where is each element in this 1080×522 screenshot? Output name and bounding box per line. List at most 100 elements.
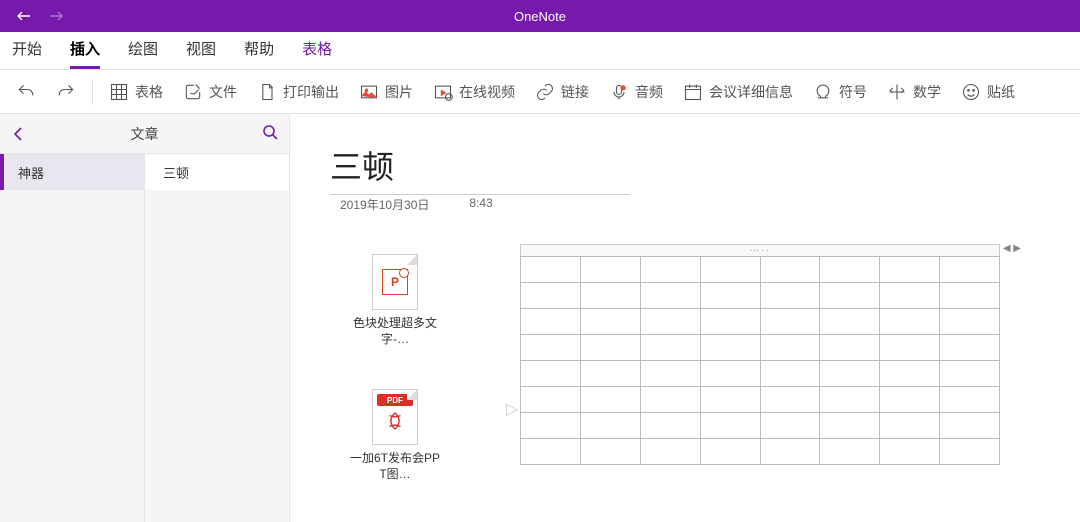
table-cell[interactable] bbox=[641, 361, 701, 387]
search-button[interactable] bbox=[261, 123, 279, 144]
sections-column: 神器 bbox=[0, 154, 144, 522]
tab-draw[interactable]: 绘图 bbox=[128, 31, 158, 69]
table-cell[interactable] bbox=[581, 309, 641, 335]
table-cell[interactable] bbox=[940, 283, 1000, 309]
attachment-ppt[interactable]: P 色块处理超多文字-… bbox=[350, 254, 440, 347]
tab-insert[interactable]: 插入 bbox=[70, 31, 100, 69]
table-cell[interactable] bbox=[641, 335, 701, 361]
table-cell[interactable] bbox=[880, 439, 940, 465]
table-cell[interactable] bbox=[581, 283, 641, 309]
attachment-pdf[interactable]: PDF 一加6T发布会PPT图… bbox=[350, 389, 440, 482]
table-cell[interactable] bbox=[701, 387, 761, 413]
table-cell[interactable] bbox=[701, 257, 761, 283]
insert-picture-button[interactable]: 图片 bbox=[351, 74, 421, 110]
table-cell[interactable] bbox=[521, 361, 581, 387]
table-cell[interactable] bbox=[940, 257, 1000, 283]
back-button[interactable] bbox=[8, 0, 40, 32]
table-cell[interactable] bbox=[521, 335, 581, 361]
table-cell[interactable] bbox=[521, 413, 581, 439]
table-cell[interactable] bbox=[521, 387, 581, 413]
table-cell[interactable] bbox=[521, 439, 581, 465]
table-cell[interactable] bbox=[820, 257, 880, 283]
table-drag-handle[interactable]: ◀ ▶ bbox=[520, 244, 1000, 256]
table-cell[interactable] bbox=[521, 283, 581, 309]
note-title[interactable]: 三顿 bbox=[330, 142, 630, 195]
table-cell[interactable] bbox=[761, 439, 821, 465]
table-object[interactable]: ◀ ▶ bbox=[520, 244, 1000, 465]
table-cell[interactable] bbox=[880, 387, 940, 413]
forward-button[interactable] bbox=[40, 0, 72, 32]
app-title: OneNote bbox=[0, 9, 1080, 24]
table-cell[interactable] bbox=[701, 283, 761, 309]
table-cell[interactable] bbox=[820, 387, 880, 413]
tab-view[interactable]: 视图 bbox=[186, 31, 216, 69]
insert-table-button[interactable]: 表格 bbox=[101, 74, 171, 110]
table-cell[interactable] bbox=[581, 439, 641, 465]
tab-home[interactable]: 开始 bbox=[12, 31, 42, 69]
insert-online-video-button[interactable]: 在线视频 bbox=[425, 74, 523, 110]
tab-help[interactable]: 帮助 bbox=[244, 31, 274, 69]
insert-symbol-button[interactable]: 符号 bbox=[805, 74, 875, 110]
table-cell[interactable] bbox=[761, 361, 821, 387]
table-cell[interactable] bbox=[820, 439, 880, 465]
table-cell[interactable] bbox=[940, 361, 1000, 387]
table-cell[interactable] bbox=[701, 439, 761, 465]
resize-handle-icon[interactable]: ◀ ▶ bbox=[1003, 243, 1021, 254]
insert-audio-button[interactable]: 音频 bbox=[601, 74, 671, 110]
table-cell[interactable] bbox=[940, 387, 1000, 413]
table-cell[interactable] bbox=[880, 257, 940, 283]
table-cell[interactable] bbox=[581, 257, 641, 283]
insert-file-button[interactable]: 文件 bbox=[175, 74, 245, 110]
table-cell[interactable] bbox=[701, 361, 761, 387]
table-cell[interactable] bbox=[940, 413, 1000, 439]
table-cell[interactable] bbox=[581, 335, 641, 361]
table-cell[interactable] bbox=[641, 413, 701, 439]
insert-sticker-button[interactable]: 贴纸 bbox=[953, 74, 1023, 110]
table-cell[interactable] bbox=[880, 413, 940, 439]
table-cell[interactable] bbox=[641, 439, 701, 465]
table-cell[interactable] bbox=[880, 309, 940, 335]
table-cell[interactable] bbox=[820, 283, 880, 309]
table-cell[interactable] bbox=[880, 283, 940, 309]
note-canvas[interactable]: 三顿 2019年10月30日 8:43 P 色块处理超多文字-… PDF 一加6… bbox=[290, 114, 1080, 522]
table-cell[interactable] bbox=[880, 335, 940, 361]
table-cell[interactable] bbox=[761, 309, 821, 335]
section-item[interactable]: 神器 bbox=[0, 154, 144, 190]
table-grid[interactable] bbox=[520, 256, 1000, 465]
table-cell[interactable] bbox=[940, 439, 1000, 465]
table-cell[interactable] bbox=[820, 361, 880, 387]
table-cell[interactable] bbox=[820, 335, 880, 361]
tab-table-contextual[interactable]: 表格 bbox=[302, 31, 332, 69]
table-cell[interactable] bbox=[581, 413, 641, 439]
table-cell[interactable] bbox=[820, 309, 880, 335]
table-cell[interactable] bbox=[761, 335, 821, 361]
page-item[interactable]: 三顿 bbox=[145, 154, 289, 190]
insert-link-button[interactable]: 链接 bbox=[527, 74, 597, 110]
table-cell[interactable] bbox=[581, 361, 641, 387]
table-cell[interactable] bbox=[761, 387, 821, 413]
undo-button[interactable] bbox=[8, 74, 44, 110]
table-cell[interactable] bbox=[521, 309, 581, 335]
table-cell[interactable] bbox=[641, 283, 701, 309]
table-cell[interactable] bbox=[880, 361, 940, 387]
table-cell[interactable] bbox=[521, 257, 581, 283]
table-cell[interactable] bbox=[761, 413, 821, 439]
table-cell[interactable] bbox=[761, 283, 821, 309]
table-cell[interactable] bbox=[641, 387, 701, 413]
table-cell[interactable] bbox=[641, 309, 701, 335]
table-cell[interactable] bbox=[701, 413, 761, 439]
table-cell[interactable] bbox=[820, 413, 880, 439]
insert-printout-button[interactable]: 打印输出 bbox=[249, 74, 347, 110]
table-cell[interactable] bbox=[701, 309, 761, 335]
insert-math-button[interactable]: 数学 bbox=[879, 74, 949, 110]
table-cell[interactable] bbox=[940, 335, 1000, 361]
table-cell[interactable] bbox=[641, 257, 701, 283]
table-cell[interactable] bbox=[940, 309, 1000, 335]
table-cell[interactable] bbox=[701, 335, 761, 361]
table-cell[interactable] bbox=[581, 387, 641, 413]
table-cell[interactable] bbox=[761, 257, 821, 283]
note-time: 8:43 bbox=[469, 196, 492, 213]
insert-meeting-button[interactable]: 会议详细信息 bbox=[675, 74, 801, 110]
redo-button[interactable] bbox=[48, 74, 84, 110]
sidebar-back-button[interactable] bbox=[0, 126, 36, 142]
